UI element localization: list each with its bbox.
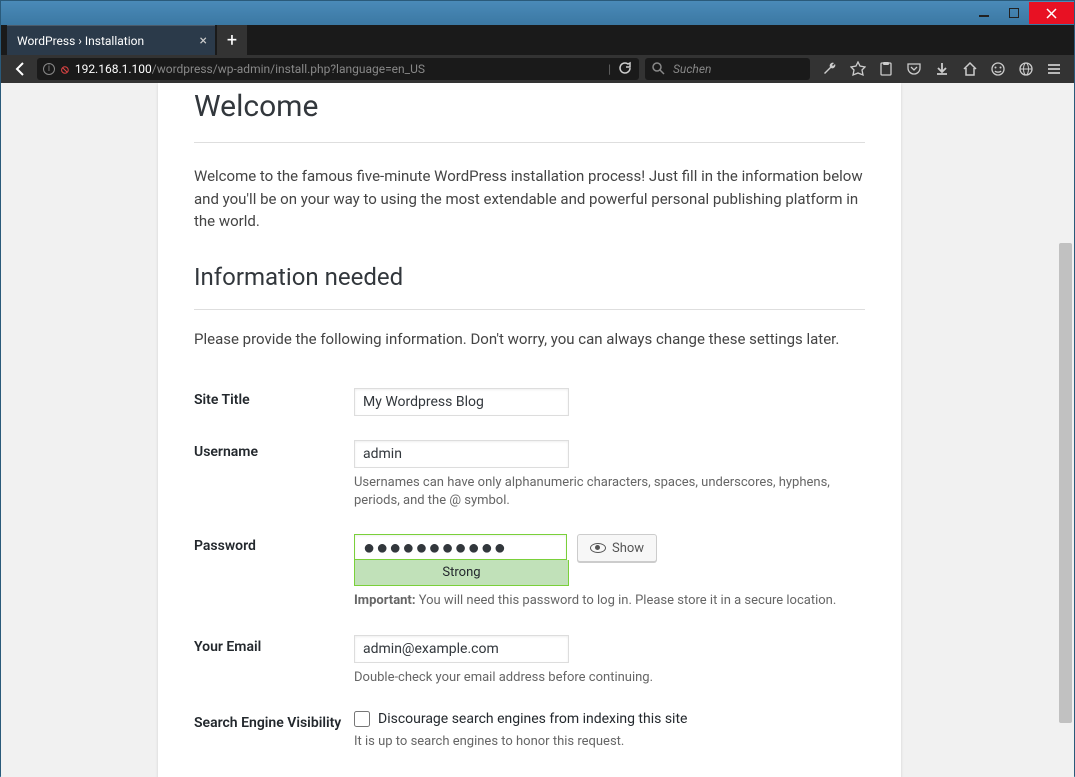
smiley-icon[interactable] bbox=[984, 57, 1012, 81]
minimize-button[interactable] bbox=[969, 2, 999, 24]
close-tab-icon[interactable]: × bbox=[200, 33, 207, 49]
site-title-label: Site Title bbox=[194, 378, 354, 430]
divider bbox=[194, 309, 865, 310]
install-form: Site Title Username Usernames can have o… bbox=[194, 378, 865, 765]
email-label: Your Email bbox=[194, 625, 354, 701]
tab-strip: WordPress › Installation × + bbox=[1, 25, 1074, 55]
reload-button[interactable] bbox=[617, 60, 633, 79]
sev-description: It is up to search engines to honor this… bbox=[354, 733, 865, 751]
noscript-icon[interactable]: ⦸ bbox=[61, 62, 69, 77]
username-input[interactable] bbox=[354, 440, 569, 468]
divider bbox=[194, 142, 865, 143]
browser-viewport: Welcome Welcome to the famous five-minut… bbox=[1, 83, 1074, 777]
download-icon[interactable] bbox=[928, 57, 956, 81]
browser-toolbar: i ⦸ 192.168.1.100/wordpress/wp-admin/ins… bbox=[1, 55, 1074, 83]
heading-info: Information needed bbox=[194, 263, 865, 291]
password-label: Password bbox=[194, 524, 354, 624]
password-input[interactable] bbox=[354, 534, 567, 560]
heading-welcome: Welcome bbox=[194, 83, 865, 124]
show-password-button[interactable]: Show bbox=[577, 534, 657, 562]
welcome-text: Welcome to the famous five-minute WordPr… bbox=[194, 165, 865, 233]
window-titlebar bbox=[1, 1, 1074, 25]
search-placeholder: Suchen bbox=[673, 62, 711, 76]
username-label: Username bbox=[194, 430, 354, 524]
hamburger-menu-icon[interactable] bbox=[1040, 57, 1068, 81]
new-tab-button[interactable]: + bbox=[217, 25, 247, 55]
tab-title: WordPress › Installation bbox=[17, 34, 144, 48]
vertical-scrollbar[interactable] bbox=[1057, 83, 1074, 777]
eye-icon bbox=[590, 543, 606, 553]
pocket-icon[interactable] bbox=[900, 57, 928, 81]
search-engine-visibility-label: Search Engine Visibility bbox=[194, 701, 354, 765]
sev-checkbox-label: Discourage search engines from indexing … bbox=[378, 711, 687, 727]
scrollbar-thumb[interactable] bbox=[1059, 243, 1072, 723]
sev-checkbox-row[interactable]: Discourage search engines from indexing … bbox=[354, 711, 865, 727]
search-bar[interactable]: Suchen bbox=[645, 58, 810, 80]
back-button[interactable] bbox=[7, 57, 35, 81]
clipboard-icon[interactable] bbox=[872, 57, 900, 81]
info-icon[interactable]: i bbox=[43, 63, 55, 75]
close-window-button[interactable] bbox=[1029, 2, 1074, 24]
email-input[interactable] bbox=[354, 635, 569, 663]
home-icon[interactable] bbox=[956, 57, 984, 81]
sev-checkbox[interactable] bbox=[354, 711, 370, 727]
info-text: Please provide the following information… bbox=[194, 328, 865, 351]
url-bar[interactable]: i ⦸ 192.168.1.100/wordpress/wp-admin/ins… bbox=[37, 58, 639, 80]
site-title-input[interactable] bbox=[354, 388, 569, 416]
page-content[interactable]: Welcome Welcome to the famous five-minut… bbox=[6, 83, 1053, 777]
maximize-button[interactable] bbox=[999, 2, 1029, 24]
globe-icon[interactable] bbox=[1012, 57, 1040, 81]
email-description: Double-check your email address before c… bbox=[354, 669, 865, 687]
search-icon bbox=[651, 61, 667, 77]
password-strength-meter: Strong bbox=[354, 560, 569, 586]
username-description: Usernames can have only alphanumeric cha… bbox=[354, 474, 865, 510]
bookmark-star-icon[interactable] bbox=[844, 57, 872, 81]
browser-tab-active[interactable]: WordPress › Installation × bbox=[7, 25, 215, 55]
url-text: 192.168.1.100/wordpress/wp-admin/install… bbox=[75, 62, 602, 76]
password-notice: Important: You will need this password t… bbox=[354, 592, 865, 610]
wrench-icon[interactable] bbox=[816, 57, 844, 81]
